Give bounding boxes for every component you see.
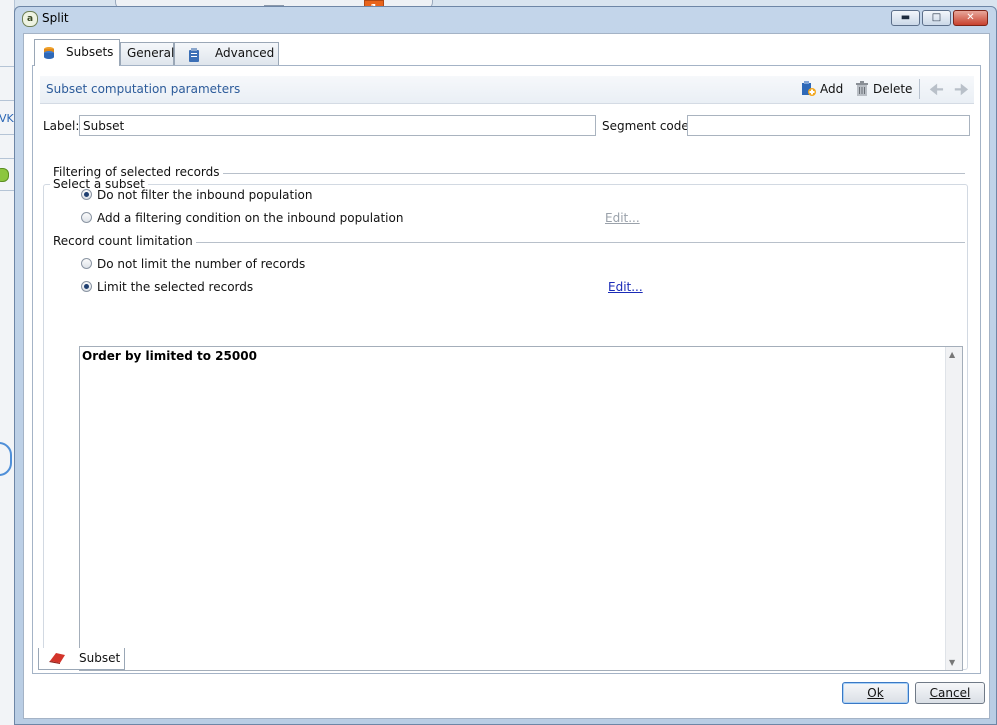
radio-label: Do not filter the inbound population bbox=[97, 188, 313, 202]
summary-text: Order by limited to 25000 bbox=[82, 349, 257, 363]
filtering-section-title: Filtering of selected records bbox=[53, 165, 223, 179]
delete-button[interactable]: Delete bbox=[855, 81, 912, 96]
minimize-button[interactable]: ▬ bbox=[891, 10, 920, 26]
add-button[interactable]: Add bbox=[801, 81, 843, 96]
ok-label: Ok bbox=[867, 686, 884, 700]
subset-summary-box[interactable]: Order by limited to 25000 ▲ ▼ bbox=[79, 346, 963, 671]
panel-header: Subset computation parameters Add Delete… bbox=[40, 76, 974, 104]
close-button[interactable]: ✕ bbox=[953, 10, 988, 26]
trash-icon bbox=[856, 81, 868, 96]
subset-tab[interactable]: Subset bbox=[38, 648, 125, 670]
segment-code-input[interactable] bbox=[687, 115, 970, 136]
limitation-section-title: Record count limitation bbox=[53, 234, 196, 248]
segment-code-caption: Segment code: bbox=[602, 119, 693, 133]
radio-button[interactable] bbox=[81, 281, 92, 292]
background-divider bbox=[0, 66, 14, 67]
background-divider bbox=[0, 190, 14, 191]
clipboard-icon bbox=[189, 48, 199, 62]
tab-label: Subsets bbox=[66, 45, 114, 59]
background-divider bbox=[0, 134, 14, 135]
dialog-client-area: Subsets General Advanced Subset computat… bbox=[23, 33, 990, 719]
arrow-left-icon[interactable]: 🠈 bbox=[929, 79, 944, 106]
radio-label: Limit the selected records bbox=[97, 280, 254, 294]
cancel-button[interactable]: Cancel bbox=[915, 682, 985, 704]
label-caption: Label: bbox=[43, 119, 80, 133]
tab-label: Advanced bbox=[215, 46, 275, 60]
vertical-scrollbar[interactable]: ▲ ▼ bbox=[945, 347, 962, 670]
radio-label: Do not limit the number of records bbox=[97, 257, 306, 271]
radio-button[interactable] bbox=[81, 189, 92, 200]
cancel-label: Cancel bbox=[929, 686, 971, 700]
delete-label: Delete bbox=[873, 82, 913, 96]
background-app-edge: VKI bbox=[0, 0, 17, 725]
subsets-panel: Subset computation parameters Add Delete… bbox=[32, 65, 981, 674]
subset-tab-label: Subset bbox=[79, 651, 121, 665]
section-divider bbox=[181, 242, 965, 243]
add-label: Add bbox=[820, 82, 844, 96]
scroll-up-icon[interactable]: ▲ bbox=[949, 350, 955, 359]
radio-button[interactable] bbox=[81, 212, 92, 223]
split-dialog: a Split ▬ □ ✕ Subsets General Advanced S… bbox=[14, 6, 997, 725]
maximize-button[interactable]: □ bbox=[922, 10, 951, 26]
label-input[interactable] bbox=[79, 115, 596, 136]
status-dot-icon bbox=[0, 168, 9, 182]
background-divider bbox=[0, 100, 14, 101]
tab-advanced[interactable]: Advanced bbox=[174, 42, 279, 65]
background-divider bbox=[0, 158, 14, 159]
scroll-down-icon[interactable]: ▼ bbox=[949, 658, 955, 667]
radio-button[interactable] bbox=[81, 258, 92, 269]
radio-label: Add a filtering condition on the inbound… bbox=[97, 211, 404, 225]
toolbar-separator bbox=[919, 79, 920, 99]
arrow-right-icon[interactable]: 🠊 bbox=[954, 79, 969, 106]
limit-edit-link[interactable]: Edit... bbox=[608, 280, 643, 294]
database-icon bbox=[44, 47, 54, 59]
tab-subsets[interactable]: Subsets bbox=[34, 39, 120, 66]
tab-label: General bbox=[127, 46, 175, 60]
section-divider bbox=[203, 173, 965, 174]
eraser-icon bbox=[49, 653, 65, 664]
add-icon bbox=[802, 81, 816, 96]
app-icon: a bbox=[22, 11, 38, 27]
filter-edit-link: Edit... bbox=[605, 211, 640, 225]
panel-title: Subset computation parameters bbox=[46, 82, 241, 96]
ok-button[interactable]: Ok bbox=[842, 682, 909, 704]
workflow-node-icon bbox=[0, 442, 12, 476]
title-bar[interactable]: a Split ▬ □ ✕ bbox=[15, 7, 996, 31]
window-title: Split bbox=[42, 11, 69, 25]
tab-general[interactable]: General bbox=[120, 42, 174, 65]
